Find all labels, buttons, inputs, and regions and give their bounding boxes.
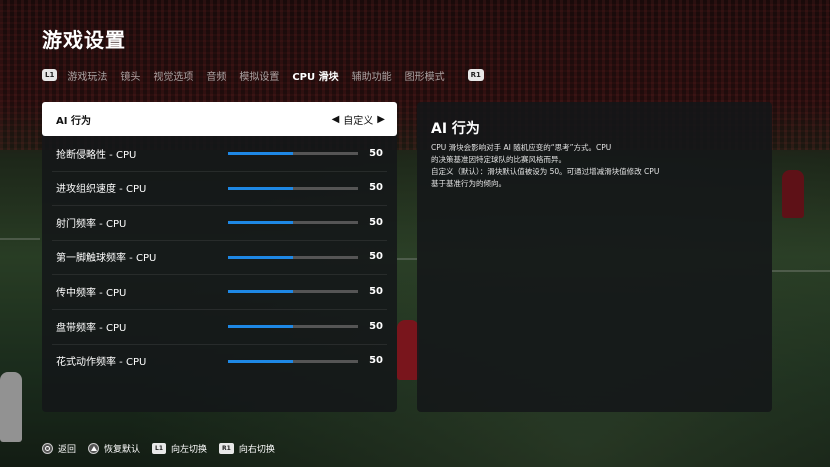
slider-value: 50 (369, 320, 383, 332)
l1-key-icon[interactable]: L1 (42, 69, 58, 81)
slider-track[interactable] (228, 186, 358, 190)
info-panel: AI 行为 CPU 滑块会影响对手 AI 随机应变的“思考”方式。CPU 的决策… (417, 102, 772, 412)
switch-right-label: 向右切换 (238, 445, 275, 455)
reset-default-hint[interactable]: 恢复默认 (88, 442, 140, 455)
slider-fill (228, 186, 293, 190)
l1-key-icon: L1 (152, 443, 167, 454)
tab-gameplay[interactable]: 游戏玩法 (67, 68, 107, 83)
tab-simulation[interactable]: 模拟设置 (239, 68, 279, 83)
slider-label: 抢断侵略性 - CPU (56, 149, 137, 161)
slider-value: 50 (369, 285, 383, 297)
slider-fill (228, 325, 293, 328)
tab-audio[interactable]: 音频 (206, 68, 226, 83)
slider-track[interactable] (228, 290, 358, 294)
slider-row[interactable]: 盘带频率 - CPU 50 (42, 309, 397, 343)
cpu-slider-list-panel: AI 行为 ◀ 自定义 ▶ 抢断侵略性 - CPU 50 进攻组织速度 - CPU 5… (42, 102, 397, 412)
ai-behavior-label: AI 行为 (56, 115, 91, 127)
info-title: AI 行为 (431, 121, 480, 137)
slider-fill (228, 359, 293, 363)
switch-right-hint[interactable]: R1 向右切换 (219, 442, 275, 455)
info-description-line: 的决策基准因特定球队的比赛风格而异。 (431, 155, 566, 164)
slider-row[interactable]: 花式动作频率 - CPU 50 (42, 344, 397, 378)
slider-value: 50 (369, 251, 383, 263)
back-label: 返回 (58, 445, 77, 455)
tab-visual-options[interactable]: 视觉选项 (153, 68, 193, 83)
slider-row[interactable]: 抢断侵略性 - CPU 50 (42, 136, 397, 170)
slider-value: 50 (369, 182, 383, 194)
arrow-left-icon[interactable]: ◀ (332, 114, 340, 125)
slider-fill (228, 221, 293, 225)
arrow-right-icon[interactable]: ▶ (377, 114, 385, 125)
reset-default-label: 恢复默认 (104, 445, 141, 455)
r1-key-icon: R1 (219, 443, 234, 454)
switch-left-hint[interactable]: L1 向左切换 (152, 442, 207, 455)
slider-track[interactable] (228, 255, 358, 259)
slider-fill (228, 255, 293, 259)
slider-value: 50 (369, 147, 383, 159)
slider-label: 进攻组织速度 - CPU (56, 184, 147, 196)
circle-button-icon (42, 443, 53, 454)
slider-fill (228, 152, 293, 155)
slider-row[interactable]: 传中频率 - CPU 50 (42, 274, 397, 308)
slider-row[interactable]: 射门频率 - CPU 50 (42, 205, 397, 239)
tab-camera[interactable]: 镜头 (120, 68, 140, 83)
slider-label: 花式动作频率 - CPU (56, 357, 147, 369)
tab-accessibility[interactable]: 辅助功能 (352, 68, 392, 83)
slider-label: 射门频率 - CPU (56, 218, 127, 230)
slider-label: 第一脚触球频率 - CPU (56, 253, 157, 265)
r1-key-icon[interactable]: R1 (467, 69, 484, 81)
slider-track[interactable] (228, 359, 358, 363)
ai-behavior-selector[interactable]: AI 行为 ◀ 自定义 ▶ (42, 102, 397, 136)
controller-hint-bar: 返回 恢复默认 L1 向左切换 R1 向右切换 (42, 442, 287, 455)
info-description-line: 自定义（默认）：滑块默认值被设为 50。可通过增减滑块值修改 CPU (431, 167, 660, 176)
slider-value: 50 (369, 216, 383, 228)
triangle-button-icon (88, 443, 100, 454)
info-description-line: CPU 滑块会影响对手 AI 随机应变的“思考”方式。CPU (431, 143, 612, 152)
page-title: 游戏设置 (42, 28, 126, 52)
slider-track[interactable] (228, 221, 358, 225)
slider-row[interactable]: 第一脚触球频率 - CPU 50 (42, 240, 397, 274)
slider-label: 盘带频率 - CPU (56, 322, 127, 334)
ai-behavior-value-group: ◀ 自定义 ▶ (332, 112, 385, 127)
ai-behavior-value: 自定义 (343, 115, 374, 127)
slider-track[interactable] (228, 325, 358, 328)
tab-cpu-sliders[interactable]: CPU 滑块 (292, 68, 338, 83)
back-hint[interactable]: 返回 (42, 442, 76, 455)
slider-track[interactable] (228, 152, 358, 155)
info-description-line: 基于基准行为的倾向。 (431, 179, 506, 188)
info-description: CPU 滑块会影响对手 AI 随机应变的“思考”方式。CPU 的决策基准因特定球… (431, 142, 731, 190)
settings-tab-bar: L1 游戏玩法 镜头 视觉选项 音频 模拟设置 CPU 滑块 辅助功能 图形模式… (42, 67, 484, 83)
slider-value: 50 (369, 355, 383, 367)
switch-left-label: 向左切换 (171, 445, 208, 455)
slider-fill (228, 290, 293, 294)
slider-label: 传中频率 - CPU (56, 287, 127, 299)
tab-graphics-mode[interactable]: 图形模式 (405, 68, 445, 83)
slider-row[interactable]: 进攻组织速度 - CPU 50 (42, 171, 397, 205)
